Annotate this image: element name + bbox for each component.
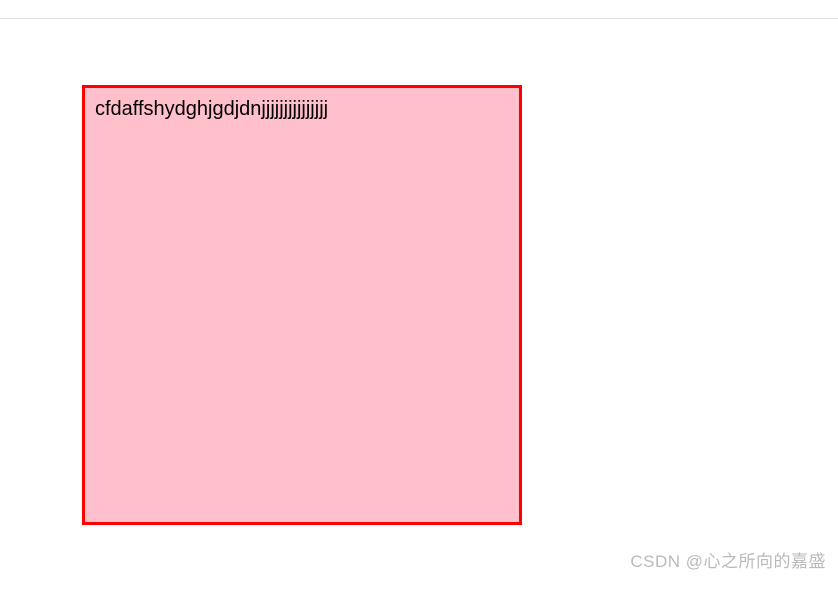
watermark-text: CSDN @心之所向的嘉盛 [630, 547, 826, 572]
box-text: cfdaffshydghjgdjdnjjjjjjjjjjjjjjj [95, 96, 509, 122]
content-box: cfdaffshydghjgdjdnjjjjjjjjjjjjjjj [82, 85, 522, 525]
divider-line [0, 18, 838, 19]
